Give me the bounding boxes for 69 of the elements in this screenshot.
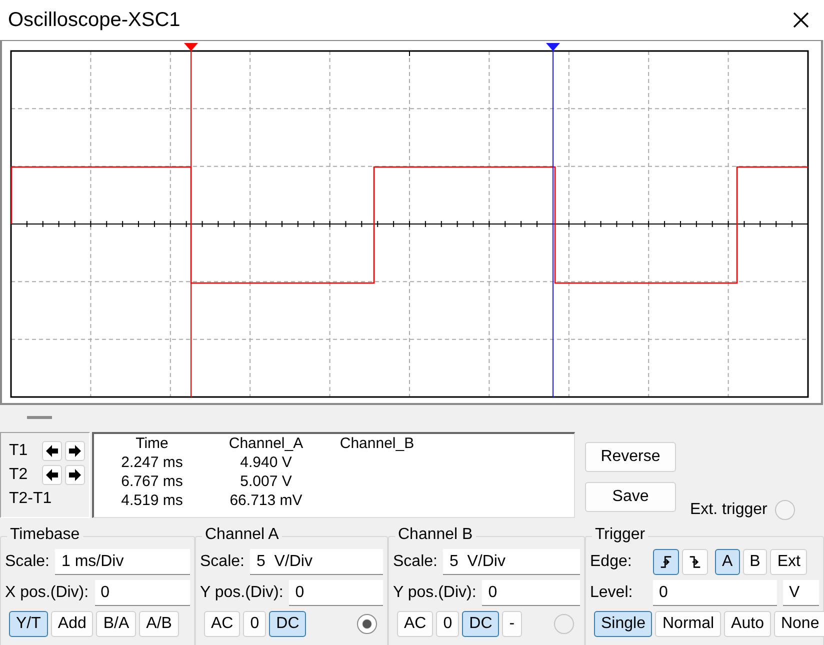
rising-edge-icon (660, 554, 672, 570)
mode-button[interactable]: AC (397, 611, 434, 637)
move-left-button[interactable] (42, 441, 62, 461)
table-cell-text: 5.007 V (239, 473, 293, 492)
unit-field[interactable]: V (783, 580, 819, 606)
cursor-line[interactable] (184, 43, 198, 398)
move-right-button[interactable] (65, 465, 85, 485)
channel-radio[interactable] (554, 614, 574, 634)
field-label: Scale: (393, 553, 438, 571)
field-label: Scale: (5, 553, 50, 571)
mode-button[interactable]: A/B (139, 611, 179, 637)
right-arrow-icon (68, 468, 82, 482)
column-header: Channel_A (228, 435, 304, 454)
cursor-label: T2-T1 (9, 490, 52, 508)
mode-button[interactable]: - (502, 611, 522, 637)
falling-edge-icon (689, 554, 701, 570)
input-field[interactable]: 0 (482, 580, 580, 606)
reverse-button[interactable]: Reverse (585, 442, 676, 472)
mode-button[interactable]: AC (204, 611, 240, 637)
move-left-button[interactable] (42, 465, 62, 485)
cursor-label: T2 (9, 466, 29, 484)
mode-button[interactable]: Ext (770, 549, 808, 575)
column-header: Channel_B (338, 435, 416, 454)
field-label: X pos.(Div): (5, 584, 89, 602)
mode-button[interactable]: Auto (724, 611, 771, 637)
column-header: Time (134, 435, 170, 454)
field-label: Level: (590, 584, 634, 602)
resize-handle[interactable] (27, 416, 52, 419)
field-label: Y pos.(Div): (393, 584, 476, 602)
mode-button[interactable]: B (742, 549, 768, 575)
table-cell-text: 2.247 ms (120, 454, 184, 473)
table-cell-text: 4.519 ms (120, 492, 184, 511)
mode-button[interactable]: DC (269, 611, 306, 637)
input-field[interactable]: 5 V/Div (250, 549, 383, 575)
input-field[interactable]: 5 V/Div (443, 549, 580, 575)
input-field[interactable]: 1 ms/Div (55, 549, 190, 575)
mode-button[interactable]: None (774, 611, 824, 637)
window-title: Oscilloscope-XSC1 (8, 8, 180, 32)
ext-trigger-radio[interactable] (775, 500, 796, 520)
save-button[interactable]: Save (585, 482, 676, 512)
mode-button[interactable]: Add (50, 611, 94, 637)
mode-button[interactable]: Y/T (9, 611, 48, 637)
mode-button[interactable]: Single (594, 611, 652, 637)
mode-button[interactable]: A (715, 549, 740, 575)
field-label: Y pos.(Div): (200, 584, 284, 602)
input-field[interactable]: 0 (94, 580, 190, 606)
close-icon[interactable] (792, 11, 810, 29)
mode-button[interactable]: 0 (436, 611, 460, 637)
right-arrow-icon (68, 444, 82, 458)
cursor-label: T1 (9, 442, 29, 460)
field-label: Edge: (590, 553, 633, 571)
edge-button[interactable] (653, 549, 679, 575)
move-right-button[interactable] (65, 441, 85, 461)
channel-radio[interactable] (357, 614, 377, 634)
table-cell-text: 6.767 ms (120, 473, 184, 492)
input-field[interactable]: 0 (289, 580, 383, 606)
group-title: Trigger (592, 526, 648, 544)
ext-trigger-label: Ext. trigger (690, 501, 768, 519)
left-arrow-icon (45, 468, 59, 482)
field-label: Scale: (200, 553, 244, 571)
mode-button[interactable]: 0 (243, 611, 266, 637)
left-arrow-icon (45, 444, 59, 458)
cursor-line[interactable] (546, 43, 560, 398)
mode-button[interactable]: Normal (655, 611, 722, 637)
table-cell-text: 66.713 mV (228, 492, 304, 511)
mode-button[interactable]: B/A (96, 611, 136, 637)
table-cell-text: 4.940 V (239, 454, 293, 473)
mode-button[interactable]: DC (462, 611, 500, 637)
input-field[interactable]: 0 (653, 580, 777, 606)
